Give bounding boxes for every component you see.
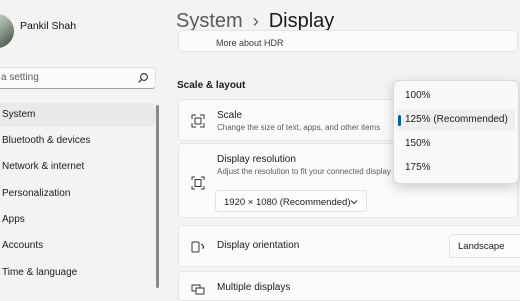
scale-option-label: 125% (Recommended) [405,114,508,125]
sidebar-item-system[interactable]: System [0,103,156,127]
sidebar-item-bluetooth-devices[interactable]: Bluetooth & devices [0,129,156,153]
orientation-icon [191,241,205,253]
resolution-dropdown[interactable]: 1920 × 1080 (Recommended) [215,190,367,212]
scale-subtitle: Change the size of text, apps, and other… [217,123,381,132]
multiple-displays-row[interactable]: Multiple displays [178,271,520,301]
breadcrumb-separator: › [252,11,259,31]
sidebar-item-label: Apps [2,214,25,225]
sidebar-item-label: Personalization [2,188,71,199]
scale-option-100[interactable]: 100% [397,85,515,107]
resolution-subtitle: Adjust the resolution to fit your connec… [217,167,391,176]
multiple-displays-title: Multiple displays [217,282,291,293]
orientation-dropdown[interactable]: Landscape [449,234,520,258]
sidebar-item-time-language[interactable]: Time & language [0,261,156,285]
scale-option-label: 150% [405,138,431,149]
sidebar-item-label: System [2,109,36,120]
orientation-title: Display orientation [217,240,300,251]
orientation-row: Display orientation Landscape [178,225,520,267]
sidebar-item-apps[interactable]: Apps [0,208,156,232]
user-name: Pankil Shah [20,20,77,32]
sidebar-item-label: Time & language [2,267,78,278]
breadcrumb-current: Display [268,10,335,32]
avatar[interactable] [0,14,14,48]
sidebar: Pankil Shah a setting System Bluetooth &… [0,0,165,293]
multiple-displays-icon [191,284,205,295]
scale-title: Scale [217,110,243,121]
scale-option-125[interactable]: 125% (Recommended) [397,109,515,131]
scale-option-175[interactable]: 175% [397,157,515,179]
sidebar-item-label: Network & internet [2,161,85,172]
resolution-icon [191,176,205,190]
sidebar-scrollbar[interactable] [156,105,159,288]
sidebar-item-personalization[interactable]: Personalization [0,182,156,206]
sidebar-item-label: Accounts [2,240,44,251]
breadcrumb-system[interactable]: System [176,10,243,32]
search-icon [138,73,148,83]
chevron-down-icon [350,200,358,205]
scale-icon [191,114,205,128]
scale-dropdown-menu: 100% 125% (Recommended) 150% 175% [393,80,519,184]
resolution-value: 1920 × 1080 (Recommended) [224,197,351,208]
scale-option-label: 100% [405,90,431,101]
scale-option-150[interactable]: 150% [397,133,515,155]
hdr-card: More about HDR [178,30,518,52]
sidebar-item-network-internet[interactable]: Network & internet [0,155,156,179]
selection-indicator [398,115,401,126]
scale-option-label: 175% [405,162,431,173]
sidebar-item-label: Bluetooth & devices [2,135,91,146]
sidebar-item-accounts[interactable]: Accounts [0,234,156,258]
resolution-title: Display resolution [217,154,296,165]
hdr-link[interactable]: More about HDR [216,38,284,48]
search-placeholder: a setting [1,72,39,83]
search-box[interactable]: a setting [0,67,156,89]
orientation-value: Landscape [458,241,505,252]
section-heading: Scale & layout [177,80,246,91]
